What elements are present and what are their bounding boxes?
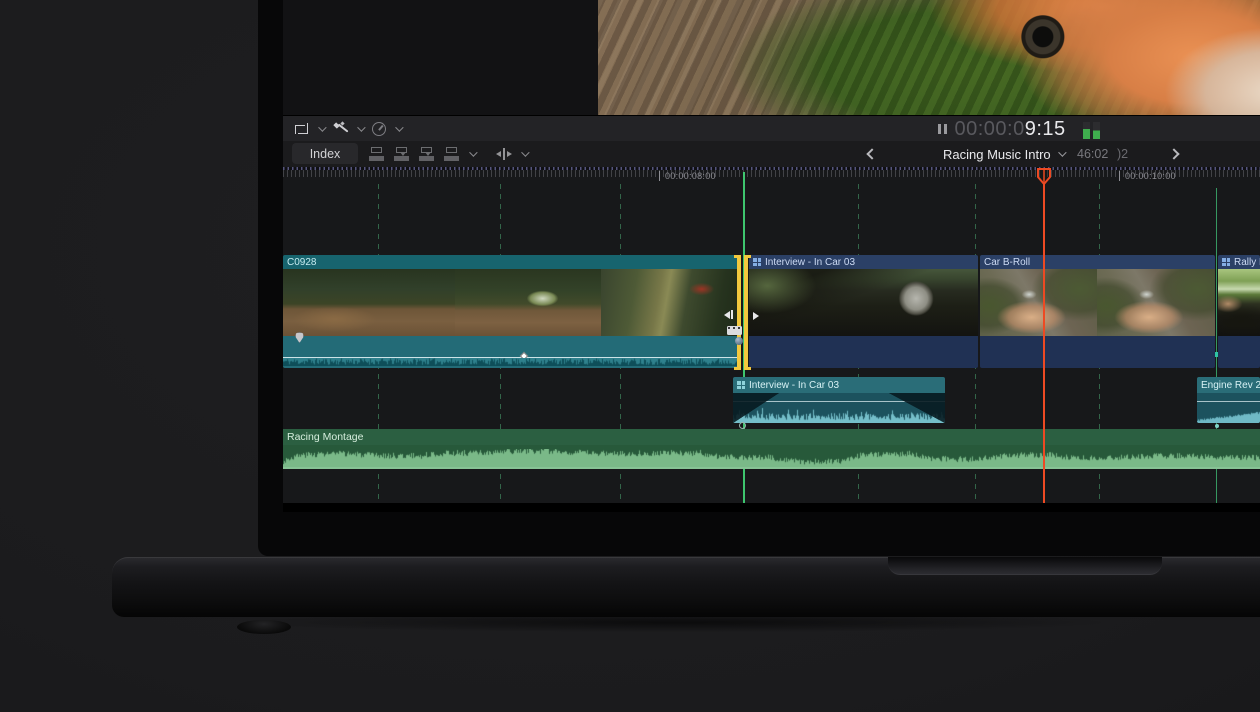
- trim-cursor-left-icon: [724, 310, 733, 319]
- clip-car-b-roll[interactable]: Car B-Roll: [980, 255, 1215, 368]
- laptop-lid-notch: [888, 557, 1162, 575]
- trim-ribbon-right[interactable]: [744, 255, 748, 370]
- clip-c0928[interactable]: C0928: [283, 255, 737, 368]
- project-duration: 46:02: [1077, 141, 1108, 167]
- multicam-icon: [737, 381, 745, 389]
- project-name: Racing Music Intro: [943, 147, 1051, 162]
- timecode-display: 00:00:09:15: [955, 118, 1066, 141]
- volume-line[interactable]: [1197, 401, 1260, 402]
- playhead-line[interactable]: [1043, 170, 1045, 503]
- thumbnail-car-closeup: [601, 269, 737, 336]
- clip-engine-rev-2[interactable]: Engine Rev 2: [1197, 377, 1260, 423]
- connect-edit-button[interactable]: [369, 147, 386, 161]
- thumbnail-driver-helmet: [749, 269, 978, 336]
- filmstrip-edit-icon: [727, 326, 742, 335]
- insert-edit-button[interactable]: [394, 147, 411, 161]
- music-track: Racing Montage: [283, 429, 1260, 469]
- multicam-icon: [753, 258, 761, 266]
- clip-bottom-strip: [283, 467, 1260, 469]
- clip-badge-icon[interactable]: [295, 332, 304, 343]
- clip-label: Rally Ra: [1234, 257, 1260, 268]
- index-button[interactable]: Index: [292, 143, 358, 164]
- clip-interview-in-car-03-video[interactable]: Interview - In Car 03: [749, 255, 978, 368]
- enhancements-wand-icon[interactable]: [333, 122, 348, 136]
- project-name-menu[interactable]: Racing Music Intro: [943, 141, 1064, 167]
- fade-in-shading: [733, 393, 779, 423]
- clip-audio-section: [283, 336, 737, 368]
- fade-handle-circle[interactable]: [739, 422, 746, 429]
- retime-gauge-icon[interactable]: [372, 122, 386, 136]
- viewer-video-frame: [598, 0, 1260, 115]
- enhancements-chevron-down-icon[interactable]: [357, 123, 365, 131]
- thumbnail-rally-car-jump: [455, 269, 601, 336]
- clip-label: Engine Rev 2: [1201, 380, 1260, 391]
- append-edit-button[interactable]: [419, 147, 436, 161]
- playhead-handle[interactable]: [1036, 168, 1052, 186]
- timeline-header-row: Index Racing Music Intro 46:02 )2: [283, 141, 1260, 167]
- video-track: C0928 Interview - In Car 03: [283, 255, 1260, 368]
- trim-ribbon-left[interactable]: [737, 255, 741, 370]
- clip-label: Car B-Roll: [984, 257, 1030, 268]
- timeline-ruler[interactable]: [283, 170, 1260, 177]
- connected-audio-track: Interview - In Car 03 Engine Rev 2: [283, 377, 1260, 423]
- timecode-dim: 00:00:0: [955, 118, 1025, 140]
- previous-project-chevron-left-icon[interactable]: [866, 148, 877, 159]
- ruler-label-10s: 00:00:10:00: [1119, 171, 1176, 181]
- audio-meter-left: [1083, 122, 1090, 139]
- laptop-rubber-foot: [237, 620, 291, 634]
- multicam-icon: [1222, 258, 1230, 266]
- timecode-bright: 9:15: [1025, 118, 1066, 140]
- timeline-pane[interactable]: 00:00:08:00 00:00:10:00 C0: [283, 170, 1260, 503]
- audio-meter-right: [1093, 122, 1100, 139]
- clip-interview-in-car-03-audio[interactable]: Interview - In Car 03: [733, 377, 945, 423]
- viewer-pane: [283, 0, 1260, 115]
- trim-cursor-right-icon: [753, 312, 759, 320]
- audio-meters[interactable]: [1083, 122, 1100, 139]
- clip-label: C0928: [287, 257, 316, 268]
- thumbnail-aerial-dust: [980, 269, 1097, 336]
- retime-chevron-down-icon[interactable]: [395, 123, 403, 131]
- thumbnail-steering-wheel: [1218, 269, 1260, 336]
- clipped-text: )2: [1117, 141, 1128, 167]
- final-cut-pro-on-macbook: 00:00:09:15 Index Racing Music Intro 46:…: [0, 0, 1260, 712]
- clip-racing-montage[interactable]: Racing Montage: [283, 429, 1260, 469]
- trim-tool-icon[interactable]: [495, 148, 513, 160]
- clip-label: Interview - In Car 03: [765, 257, 855, 268]
- clip-label: Racing Montage: [287, 431, 363, 443]
- clip-filmstrip: [283, 269, 737, 336]
- thumbnail-dirt-road: [283, 269, 455, 336]
- crop-tool-chevron-down-icon[interactable]: [318, 123, 326, 131]
- fade-out-shading: [889, 393, 945, 423]
- timeline-toolbar: 00:00:09:15: [283, 115, 1260, 141]
- edit-point-handle[interactable]: [735, 337, 743, 345]
- clip-rally-racing[interactable]: Rally Ra: [1218, 255, 1260, 368]
- crop-tool-icon[interactable]: [295, 123, 309, 136]
- pause-icon[interactable]: [938, 124, 947, 134]
- edit-options-chevron-down-icon[interactable]: [469, 148, 477, 156]
- overwrite-edit-button[interactable]: [444, 147, 461, 161]
- thumbnail-aerial-dust: [1097, 269, 1215, 336]
- waveform-band: [283, 358, 737, 366]
- screen: 00:00:09:15 Index Racing Music Intro 46:…: [283, 0, 1260, 512]
- next-project-chevron-right-icon[interactable]: [1168, 148, 1179, 159]
- project-chevron-down-icon: [1058, 148, 1066, 156]
- ruler-label-8s: 00:00:08:00: [659, 171, 716, 181]
- clip-label: Interview - In Car 03: [749, 380, 839, 391]
- fade-handle-dot[interactable]: [1215, 424, 1219, 428]
- tool-menu-chevron-down-icon[interactable]: [521, 148, 529, 156]
